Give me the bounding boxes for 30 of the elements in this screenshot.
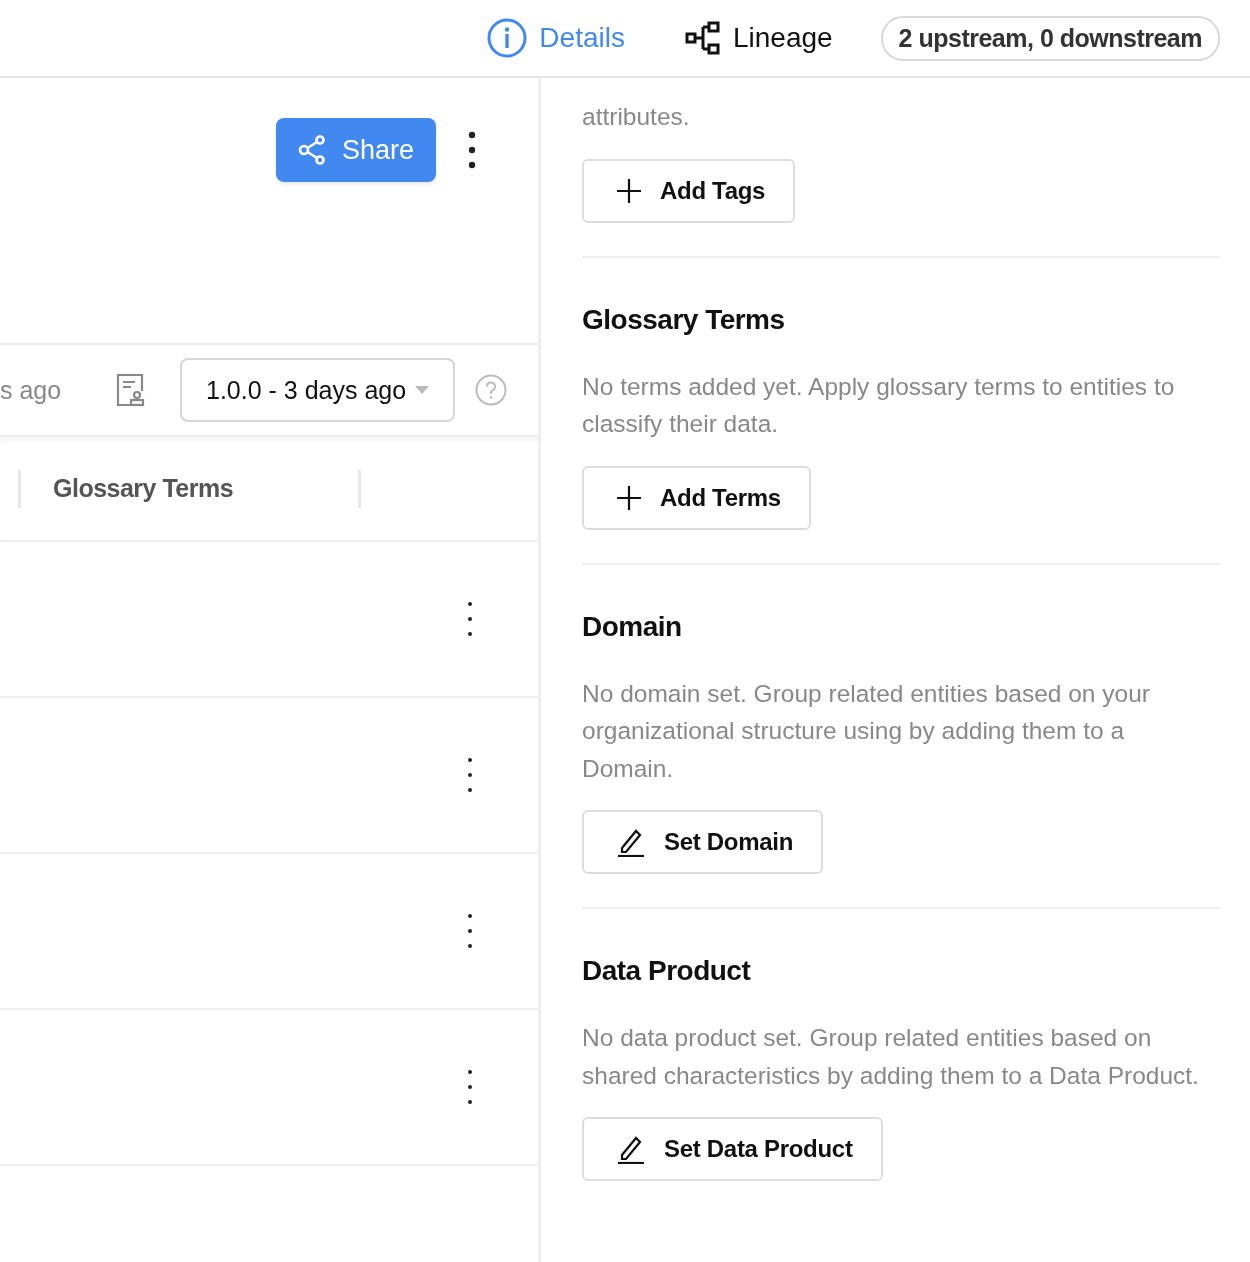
more-options-icon[interactable] [466, 599, 474, 639]
description-text: No data product set. Group related entities based on shared characteristics by adding them to a Data Product. [582, 1023, 1200, 1091]
version-dropdown[interactable]: 1.0.0 - 3 days ago [180, 358, 455, 422]
add-button[interactable]: Add Terms [582, 465, 811, 530]
pencil-icon [616, 827, 646, 857]
updated-time: s ago [0, 375, 63, 405]
plus-icon [616, 484, 642, 511]
more-options-icon[interactable] [468, 130, 476, 170]
plus-icon [616, 177, 642, 204]
set-button[interactable]: Set Data Product [582, 1117, 883, 1181]
more-options-icon[interactable] [466, 1067, 474, 1107]
share-icon [297, 135, 326, 165]
lineage-icon [684, 21, 721, 55]
description-text: No domain set. Group related entities based on your organizational structure using by adding them to a Domain. [582, 678, 1151, 784]
lineage-count-badge: 2 upstream, 0 downstream [880, 15, 1220, 61]
description-text: attributes. [582, 102, 691, 132]
add-button[interactable]: Add Tags [582, 158, 796, 223]
document-icon [116, 373, 146, 407]
more-options-icon[interactable] [466, 911, 474, 951]
section-title: Glossary Terms [582, 303, 786, 336]
section-title: Data Product [582, 955, 752, 987]
tab[interactable]: Lineage [684, 21, 833, 55]
info-icon [487, 18, 528, 58]
more-options-icon[interactable] [466, 755, 474, 795]
section-title: Domain [582, 610, 683, 643]
caret-icon [415, 386, 429, 394]
column-header: Glossary Terms [52, 474, 235, 503]
set-button[interactable]: Set Domain [582, 810, 824, 874]
pencil-icon [616, 1134, 646, 1164]
description-text: No terms added yet. Apply glossary terms to entities to classify their data. [582, 371, 1176, 439]
